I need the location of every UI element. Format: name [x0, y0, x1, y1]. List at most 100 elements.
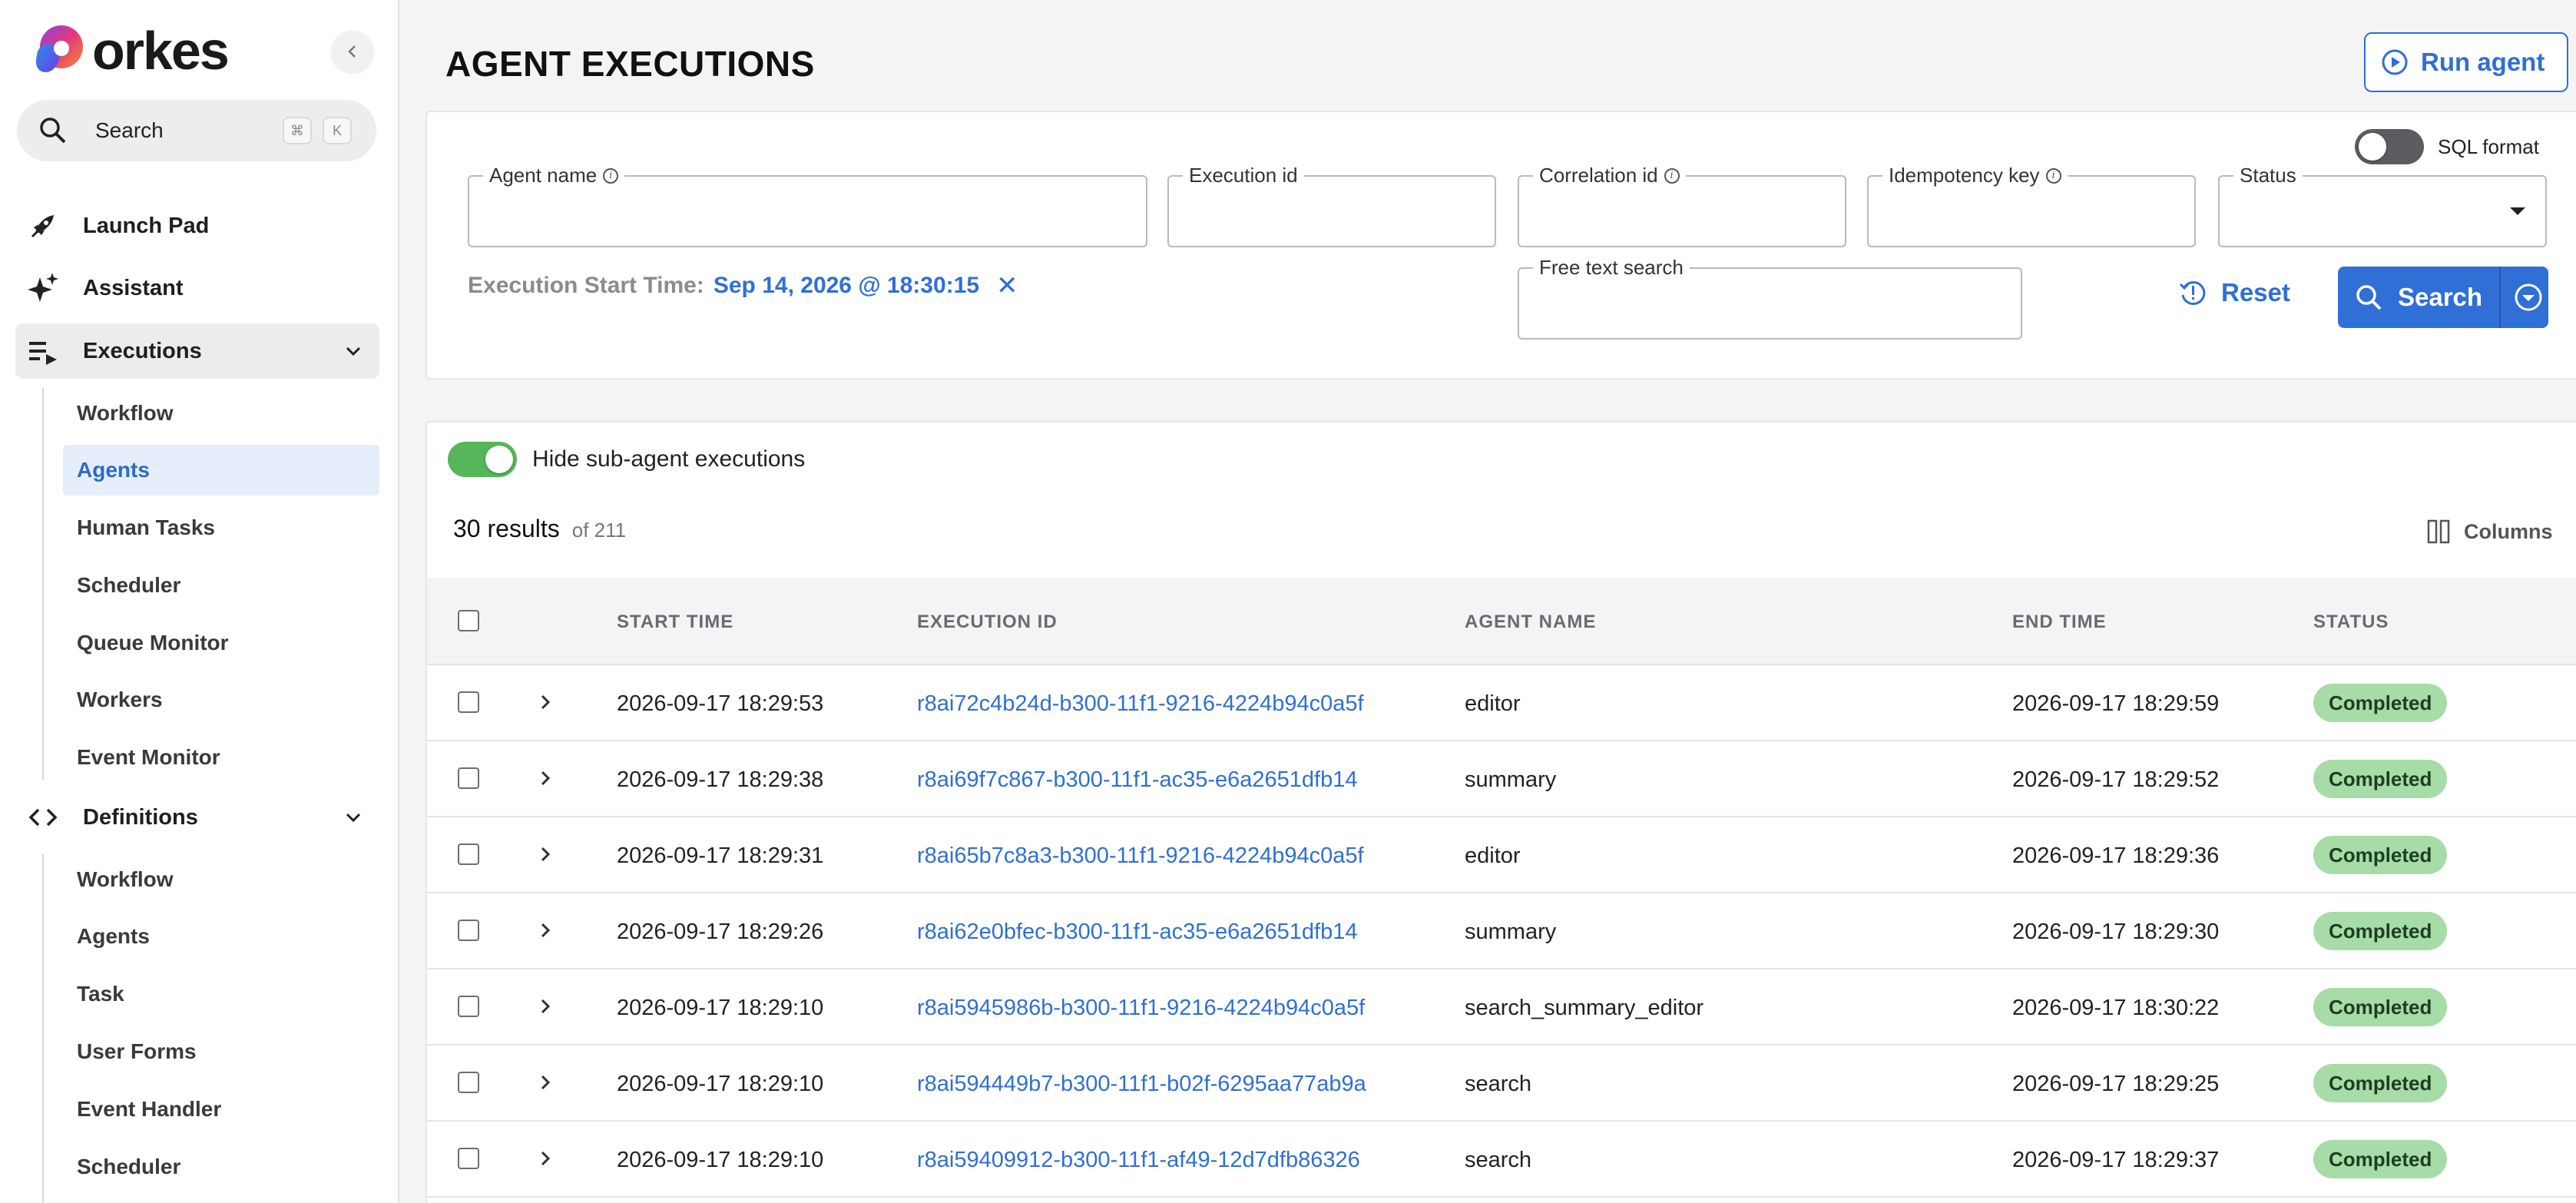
reset-button[interactable]: Reset: [2178, 278, 2290, 307]
agent-name-cell: editor: [1465, 843, 1521, 868]
row-checkbox[interactable]: [458, 843, 479, 865]
row-checkbox[interactable]: [458, 767, 479, 789]
table-row[interactable]: 2026-09-17 18:29:31 r8ai65b7c8a3-b300-11…: [427, 817, 2576, 893]
end-time-cell: 2026-09-17 18:29:52: [2012, 767, 2220, 792]
col-start-time[interactable]: START TIME: [617, 611, 733, 633]
columns-button[interactable]: Columns: [2427, 519, 2553, 544]
exec-start-label: Execution Start Time:: [468, 273, 704, 298]
col-execution-id[interactable]: EXECUTION ID: [917, 611, 1058, 633]
chevron-right-icon[interactable]: [535, 920, 556, 941]
nav-executions[interactable]: Executions: [15, 323, 379, 379]
def-item-agents[interactable]: Agents: [63, 911, 379, 962]
table-header: START TIME EXECUTION ID AGENT NAME END T…: [427, 578, 2576, 665]
table-row[interactable]: 2026-09-17 18:29:10 r8ai594449b7-b300-11…: [427, 1046, 2576, 1122]
hide-sub-agent-toggle[interactable]: [448, 442, 517, 477]
exec-start-value[interactable]: Sep 14, 2026 @ 18:30:15: [714, 273, 979, 299]
end-time-cell: 2026-09-17 18:29:59: [2012, 691, 2220, 716]
results-count-text: 30 results: [453, 515, 560, 542]
rocket-icon: [25, 207, 61, 244]
nav-definitions[interactable]: Definitions: [15, 790, 379, 845]
col-agent-name[interactable]: AGENT NAME: [1465, 611, 1596, 633]
def-item-user-forms[interactable]: User Forms: [63, 1026, 379, 1077]
row-checkbox[interactable]: [458, 996, 479, 1017]
chevron-right-icon[interactable]: [535, 843, 556, 865]
chevron-right-icon[interactable]: [535, 767, 556, 789]
execution-id-field[interactable]: Execution id: [1167, 164, 1496, 247]
select-all-checkbox[interactable]: [458, 610, 479, 631]
start-time-cell: 2026-09-17 18:29:31: [617, 843, 824, 868]
sub-item-label: Agents: [77, 458, 150, 482]
start-time-cell: 2026-09-17 18:29:53: [617, 691, 824, 716]
chevron-down-icon: [346, 346, 361, 356]
nav-label: Definitions: [83, 804, 198, 830]
idempotency-key-field[interactable]: Idempotency key i: [1867, 164, 2196, 247]
info-icon[interactable]: i: [1664, 167, 1680, 184]
columns-label: Columns: [2464, 519, 2553, 543]
execution-id-link[interactable]: r8ai69f7c867-b300-11f1-ac35-e6a2651dfb14: [917, 767, 1357, 793]
col-status[interactable]: STATUS: [2313, 611, 2389, 633]
agent-name-label: Agent name i: [483, 164, 625, 187]
correlation-id-field[interactable]: Correlation id i: [1518, 164, 1846, 247]
end-time-cell: 2026-09-17 18:30:22: [2012, 996, 2220, 1020]
hide-sub-agent-toggle-group: Hide sub-agent executions: [448, 442, 805, 477]
clear-date-icon[interactable]: ✕: [996, 270, 1018, 301]
chevron-right-icon[interactable]: [535, 1072, 556, 1093]
row-checkbox[interactable]: [458, 1148, 479, 1169]
search-options-dropdown-icon[interactable]: [2511, 280, 2545, 314]
free-text-search-field[interactable]: Free text search: [1518, 256, 2022, 340]
chevron-right-icon[interactable]: [535, 996, 556, 1017]
sub-item-event-monitor[interactable]: Event Monitor: [63, 732, 379, 783]
execution-id-link[interactable]: r8ai59409912-b300-11f1-af49-12d7dfb86326: [917, 1148, 1360, 1173]
col-end-time[interactable]: END TIME: [2012, 611, 2107, 633]
sub-item-human-tasks[interactable]: Human Tasks: [63, 502, 379, 553]
collapse-sidebar-button[interactable]: [332, 31, 373, 72]
nav-label: Executions: [83, 338, 202, 363]
nav-launch-pad[interactable]: Launch Pad: [15, 198, 379, 254]
execution-id-link[interactable]: r8ai62e0bfec-b300-11f1-ac35-e6a2651dfb14: [917, 920, 1357, 945]
info-icon[interactable]: i: [603, 167, 619, 184]
execution-id-link[interactable]: r8ai65b7c8a3-b300-11f1-9216-4224b94c0a5f: [917, 843, 1364, 869]
agent-name-field[interactable]: Agent name i: [468, 164, 1147, 247]
def-item-task[interactable]: Task: [63, 969, 379, 1019]
run-agent-label: Run agent: [2421, 48, 2545, 76]
table-row[interactable]: 2026-09-17 18:29:53 r8ai72c4b24d-b300-11…: [427, 665, 2576, 741]
orkes-logo[interactable]: orkes: [31, 20, 230, 81]
start-time-cell: 2026-09-17 18:29:10: [617, 1148, 824, 1172]
chevron-right-icon[interactable]: [535, 1148, 556, 1169]
chevron-right-icon[interactable]: [535, 691, 556, 713]
status-select[interactable]: Status: [2218, 164, 2547, 247]
table-row[interactable]: 2026-09-17 18:29:26 r8ai62e0bfec-b300-11…: [427, 893, 2576, 969]
sub-item-label: Event Monitor: [77, 745, 220, 769]
search-icon: [40, 118, 66, 144]
execution-id-link[interactable]: r8ai5945986b-b300-11f1-9216-4224b94c0a5f: [917, 996, 1365, 1021]
start-time-cell: 2026-09-17 18:29:10: [617, 996, 824, 1020]
sub-item-workers[interactable]: Workers: [63, 674, 379, 725]
table-row[interactable]: 2026-09-17 18:29:10 r8ai59409912-b300-11…: [427, 1122, 2576, 1198]
row-checkbox[interactable]: [458, 691, 479, 713]
table-row[interactable]: 2026-09-17 18:29:10 r8ai5945986b-b300-11…: [427, 969, 2576, 1046]
info-icon[interactable]: i: [2045, 167, 2061, 184]
execution-id-link[interactable]: r8ai72c4b24d-b300-11f1-9216-4224b94c0a5f: [917, 691, 1364, 717]
sub-item-scheduler[interactable]: Scheduler: [63, 560, 379, 611]
nav-assistant[interactable]: Assistant: [15, 260, 379, 316]
execution-id-link[interactable]: r8ai594449b7-b300-11f1-b02f-6295aa77ab9a: [917, 1072, 1366, 1097]
row-checkbox[interactable]: [458, 920, 479, 941]
table-row[interactable]: 2026-09-17 18:29:38 r8ai69f7c867-b300-11…: [427, 741, 2576, 817]
sub-item-queue-monitor[interactable]: Queue Monitor: [63, 618, 379, 668]
start-time-cell: 2026-09-17 18:29:38: [617, 767, 824, 792]
sub-item-label: Scheduler: [77, 573, 181, 597]
run-agent-button[interactable]: Run agent: [2364, 32, 2568, 92]
sql-format-toggle[interactable]: [2355, 129, 2424, 164]
columns-icon: [2427, 519, 2450, 544]
sub-item-workflow[interactable]: Workflow: [63, 388, 379, 439]
def-item-event-handler[interactable]: Event Handler: [63, 1084, 379, 1135]
search-button[interactable]: Search: [2338, 267, 2548, 328]
agent-name-cell: search_summary_editor: [1465, 996, 1704, 1020]
agent-name-cell: search: [1465, 1148, 1532, 1172]
sub-item-agents[interactable]: Agents: [63, 445, 379, 495]
def-item-scheduler[interactable]: Scheduler: [63, 1142, 379, 1192]
def-item-workflow[interactable]: Workflow: [63, 854, 379, 905]
sidebar-search[interactable]: Search ⌘ K: [17, 100, 376, 161]
orkes-logo-icon: [31, 22, 88, 79]
row-checkbox[interactable]: [458, 1072, 479, 1093]
